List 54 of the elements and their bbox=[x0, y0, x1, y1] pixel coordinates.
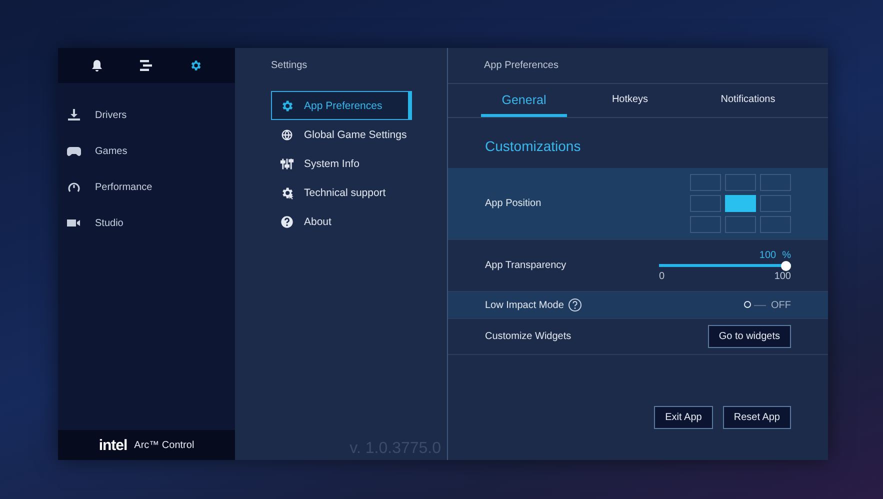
nav-item[interactable]: Performance bbox=[95, 182, 152, 192]
settings-item[interactable]: About bbox=[271, 207, 412, 236]
logo: intel bbox=[98, 436, 128, 454]
help-icon[interactable] bbox=[568, 298, 582, 312]
position-cell[interactable] bbox=[760, 216, 791, 233]
position-cell[interactable] bbox=[760, 195, 791, 212]
nav-item[interactable]: Games bbox=[95, 146, 128, 156]
row-label: App Transparency bbox=[485, 260, 566, 271]
slider-track[interactable] bbox=[659, 260, 791, 270]
action-button[interactable]: Exit App bbox=[654, 406, 713, 429]
position-cell[interactable] bbox=[690, 195, 721, 212]
min-label: 0 bbox=[659, 270, 665, 282]
tab[interactable]: Hotkeys bbox=[587, 84, 673, 117]
row-label: Customize Widgets bbox=[485, 331, 572, 342]
row-label: Low Impact Mode bbox=[485, 300, 564, 310]
download-icon bbox=[67, 109, 81, 121]
gamepad-icon bbox=[67, 145, 81, 157]
bell-icon[interactable] bbox=[91, 59, 103, 72]
nav-item[interactable]: Drivers bbox=[95, 110, 127, 120]
globe-gear-icon bbox=[280, 128, 294, 142]
settings-item[interactable]: System Info bbox=[271, 149, 412, 178]
position-cell[interactable] bbox=[690, 216, 721, 233]
gauge-icon bbox=[67, 181, 81, 193]
tab[interactable]: Notifications bbox=[693, 84, 803, 117]
position-cell[interactable] bbox=[725, 195, 756, 212]
position-cell[interactable] bbox=[725, 174, 756, 191]
go-to-widgets-button[interactable]: Go to widgets bbox=[708, 325, 791, 348]
action-button[interactable]: Reset App bbox=[722, 406, 791, 429]
settings-icon[interactable] bbox=[189, 59, 202, 72]
product-name: Arc™ Control bbox=[134, 440, 194, 450]
sliders-icon bbox=[280, 156, 294, 170]
section-heading: Customizations bbox=[484, 137, 582, 156]
position-cell[interactable] bbox=[690, 174, 721, 191]
tab[interactable]: General bbox=[481, 84, 567, 117]
toggle-switch[interactable] bbox=[744, 301, 766, 309]
settings-icon bbox=[280, 98, 294, 112]
max-label: 100 bbox=[774, 270, 791, 282]
position-cell[interactable] bbox=[760, 174, 791, 191]
settings-item[interactable]: Global Game Settings bbox=[271, 120, 412, 149]
camera-icon bbox=[67, 217, 81, 229]
panel-title: App Preferences bbox=[484, 60, 558, 71]
help-icon bbox=[280, 214, 294, 228]
unit-label: % bbox=[782, 250, 791, 260]
bars-icon[interactable] bbox=[139, 59, 153, 72]
slider-reading: 100 bbox=[759, 250, 776, 260]
gear-cursor-icon bbox=[280, 186, 294, 200]
section-title: Settings bbox=[271, 60, 308, 71]
settings-item[interactable]: App Preferences bbox=[271, 91, 412, 120]
nav-item[interactable]: Studio bbox=[95, 218, 124, 228]
slider-thumb[interactable] bbox=[781, 260, 791, 270]
row-label: App Position bbox=[485, 198, 542, 209]
position-cell[interactable] bbox=[725, 216, 756, 233]
settings-item[interactable]: Technical support bbox=[271, 178, 412, 207]
toggle-state: OFF bbox=[771, 300, 791, 310]
